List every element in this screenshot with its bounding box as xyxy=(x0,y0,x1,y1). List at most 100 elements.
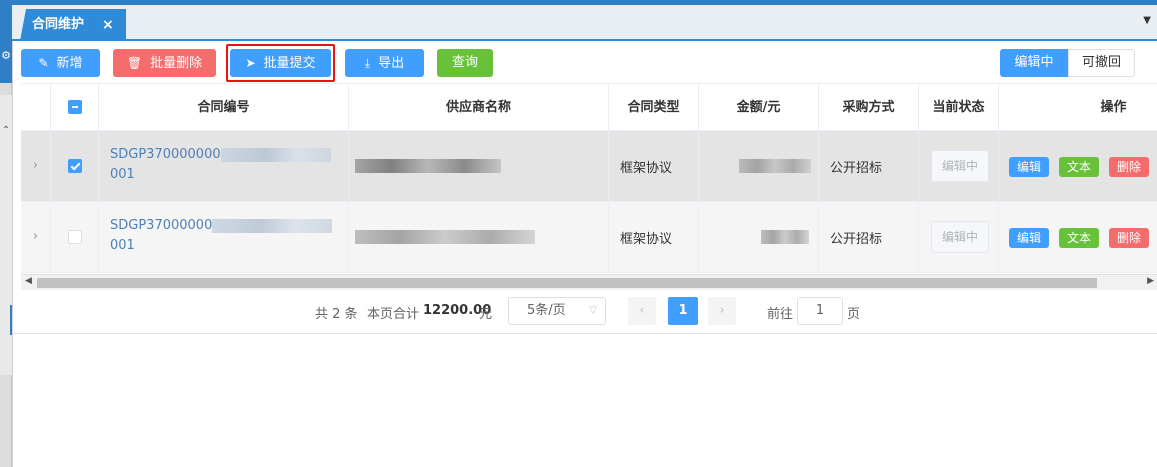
status-toggle-revocable[interactable]: 可撤回 xyxy=(1068,49,1135,77)
header-contract-no: 合同编号 xyxy=(99,84,349,131)
row-checkbox[interactable] xyxy=(68,159,82,173)
delete-button[interactable]: 删除 xyxy=(1109,228,1149,248)
pencil-icon: ✎ xyxy=(38,56,49,70)
contract-type-cell: 框架协议 xyxy=(609,202,699,272)
header-purchase-method: 采购方式 xyxy=(819,84,919,131)
contract-no-cell: SDGP370000000 001 xyxy=(99,131,349,201)
scroll-right-icon[interactable]: ▶ xyxy=(1147,276,1154,286)
goto-page-input[interactable]: 1 xyxy=(797,297,843,325)
contract-type-cell: 框架协议 xyxy=(609,131,699,201)
contract-no-line1: SDGP37000000 xyxy=(110,218,213,233)
header-supplier: 供应商名称 xyxy=(349,84,609,131)
supplier-cell xyxy=(349,202,609,272)
batch-delete-button[interactable]: 🗑 批量删除 xyxy=(113,49,216,77)
contract-no-link[interactable]: SDGP37000000 001 xyxy=(110,216,340,256)
trash-icon: 🗑 xyxy=(126,56,143,70)
scrollbar-thumb[interactable] xyxy=(37,278,1097,288)
batch-submit-label: 批量提交 xyxy=(263,56,316,71)
header-status: 当前状态 xyxy=(919,84,999,131)
tab-contract-maintenance[interactable]: 合同维护 × xyxy=(20,9,126,41)
redacted-block xyxy=(220,147,331,162)
chevron-up-icon[interactable]: ⌃ xyxy=(0,125,12,136)
supplier-cell xyxy=(349,131,609,201)
header-expand xyxy=(21,84,51,131)
export-button[interactable]: ⤓ 导出 xyxy=(345,49,424,77)
horizontal-scrollbar[interactable]: ◀ ▶ xyxy=(21,274,1157,290)
page-size-select[interactable]: 5条/页 ▽ xyxy=(508,297,606,325)
goto-unit: 页 xyxy=(847,307,861,322)
next-page-chevron-right-icon[interactable]: › xyxy=(708,297,736,325)
row-select-cell xyxy=(51,131,99,201)
contract-type-text: 框架协议 xyxy=(620,232,673,247)
page-sum-label: 本页合计 xyxy=(367,307,420,322)
main-content: ✎ 新增 🗑 批量删除 ➤ 批量提交 ⤓ 导出 查询 编辑中 可撤回 合同编号 供应商名… xyxy=(12,41,1157,467)
goto-label: 前往 xyxy=(767,307,794,322)
close-icon[interactable]: × xyxy=(102,9,114,41)
contract-type-text: 框架协议 xyxy=(620,161,673,176)
toolbar: ✎ 新增 🗑 批量删除 ➤ 批量提交 ⤓ 导出 查询 编辑中 可撤回 xyxy=(13,41,1157,83)
contract-no-line1: SDGP370000000 xyxy=(110,147,221,162)
prev-page-chevron-left-icon[interactable]: ‹ xyxy=(628,297,656,325)
header-select xyxy=(51,84,99,131)
contract-no-line2: 001 xyxy=(110,167,135,182)
tab-menu-chevron-down-icon[interactable]: ▼ xyxy=(1143,15,1151,26)
pagination: 共 2 条 本页合计 12200.00 元 5条/页 ▽ ‹ 1 › 前往 1 … xyxy=(13,295,1157,327)
actions-cell: 编辑 文本 删除 xyxy=(999,131,1157,201)
edit-button[interactable]: 编辑 xyxy=(1009,228,1049,248)
chevron-down-icon: ▽ xyxy=(589,305,597,316)
add-button[interactable]: ✎ 新增 xyxy=(21,49,100,77)
left-sidebar-strip: ⚙ ⌃ ◂ xyxy=(0,5,18,467)
redacted-supplier xyxy=(355,230,535,244)
page-sum-unit: 元 xyxy=(479,307,493,322)
text-button[interactable]: 文本 xyxy=(1059,228,1099,248)
current-page[interactable]: 1 xyxy=(668,297,698,325)
text-button[interactable]: 文本 xyxy=(1059,157,1099,177)
expand-chevron-right-icon[interactable]: › xyxy=(21,131,51,201)
scroll-left-icon[interactable]: ◀ xyxy=(25,276,32,286)
row-select-cell xyxy=(51,202,99,272)
table-row[interactable]: › SDGP370000000 001 框架协议 公开招标 编辑中 编辑 文本 … xyxy=(21,131,1157,202)
header-contract-type: 合同类型 xyxy=(609,84,699,131)
status-toggle-editing[interactable]: 编辑中 xyxy=(1000,49,1068,77)
gear-icon[interactable]: ⚙ xyxy=(0,49,12,69)
status-badge: 编辑中 xyxy=(931,221,989,253)
expand-chevron-right-icon[interactable]: › xyxy=(21,202,51,272)
header-actions: 操作 xyxy=(1100,100,1127,115)
delete-button[interactable]: 删除 xyxy=(1109,157,1149,177)
contract-no-cell: SDGP37000000 001 xyxy=(99,202,349,272)
table-row[interactable]: › SDGP37000000 001 框架协议 公开招标 编辑中 编辑 文本 删… xyxy=(21,202,1157,273)
add-button-label: 新增 xyxy=(56,56,83,71)
download-icon: ⤓ xyxy=(364,56,371,70)
select-all-checkbox[interactable] xyxy=(68,100,82,114)
redacted-supplier xyxy=(355,159,501,173)
batch-submit-button[interactable]: ➤ 批量提交 xyxy=(230,49,331,77)
sidebar-header-block xyxy=(0,5,12,83)
query-button[interactable]: 查询 xyxy=(437,49,493,77)
amount-cell xyxy=(699,202,819,272)
contract-no-line2: 001 xyxy=(110,238,135,253)
contract-no-link[interactable]: SDGP370000000 001 xyxy=(110,145,340,185)
purchase-method-text: 公开招标 xyxy=(830,232,883,247)
status-cell: 编辑中 xyxy=(919,202,999,272)
query-label: 查询 xyxy=(451,55,478,70)
purchase-method-cell: 公开招标 xyxy=(819,202,919,272)
edit-button[interactable]: 编辑 xyxy=(1009,157,1049,177)
batch-delete-label: 批量删除 xyxy=(150,56,203,71)
tab-bar: 合同维护 × ▼ xyxy=(12,5,1157,41)
row-checkbox[interactable] xyxy=(68,230,82,244)
actions-cell: 编辑 文本 删除 xyxy=(999,202,1157,272)
status-badge: 编辑中 xyxy=(931,150,989,182)
header-amount: 金额/元 xyxy=(699,84,819,131)
purchase-method-cell: 公开招标 xyxy=(819,131,919,201)
send-icon: ➤ xyxy=(245,56,256,70)
amount-cell xyxy=(699,131,819,201)
contract-table: 合同编号 供应商名称 合同类型 金额/元 采购方式 当前状态 操作 › SDGP… xyxy=(21,83,1157,291)
export-label: 导出 xyxy=(378,56,405,71)
status-cell: 编辑中 xyxy=(919,131,999,201)
tab-label: 合同维护 xyxy=(32,17,85,32)
table-header: 合同编号 供应商名称 合同类型 金额/元 采购方式 当前状态 操作 xyxy=(21,84,1157,131)
redacted-amount xyxy=(761,230,809,244)
page-size-value: 5条/页 xyxy=(527,303,566,318)
divider xyxy=(13,333,1157,334)
redacted-block xyxy=(212,218,333,233)
